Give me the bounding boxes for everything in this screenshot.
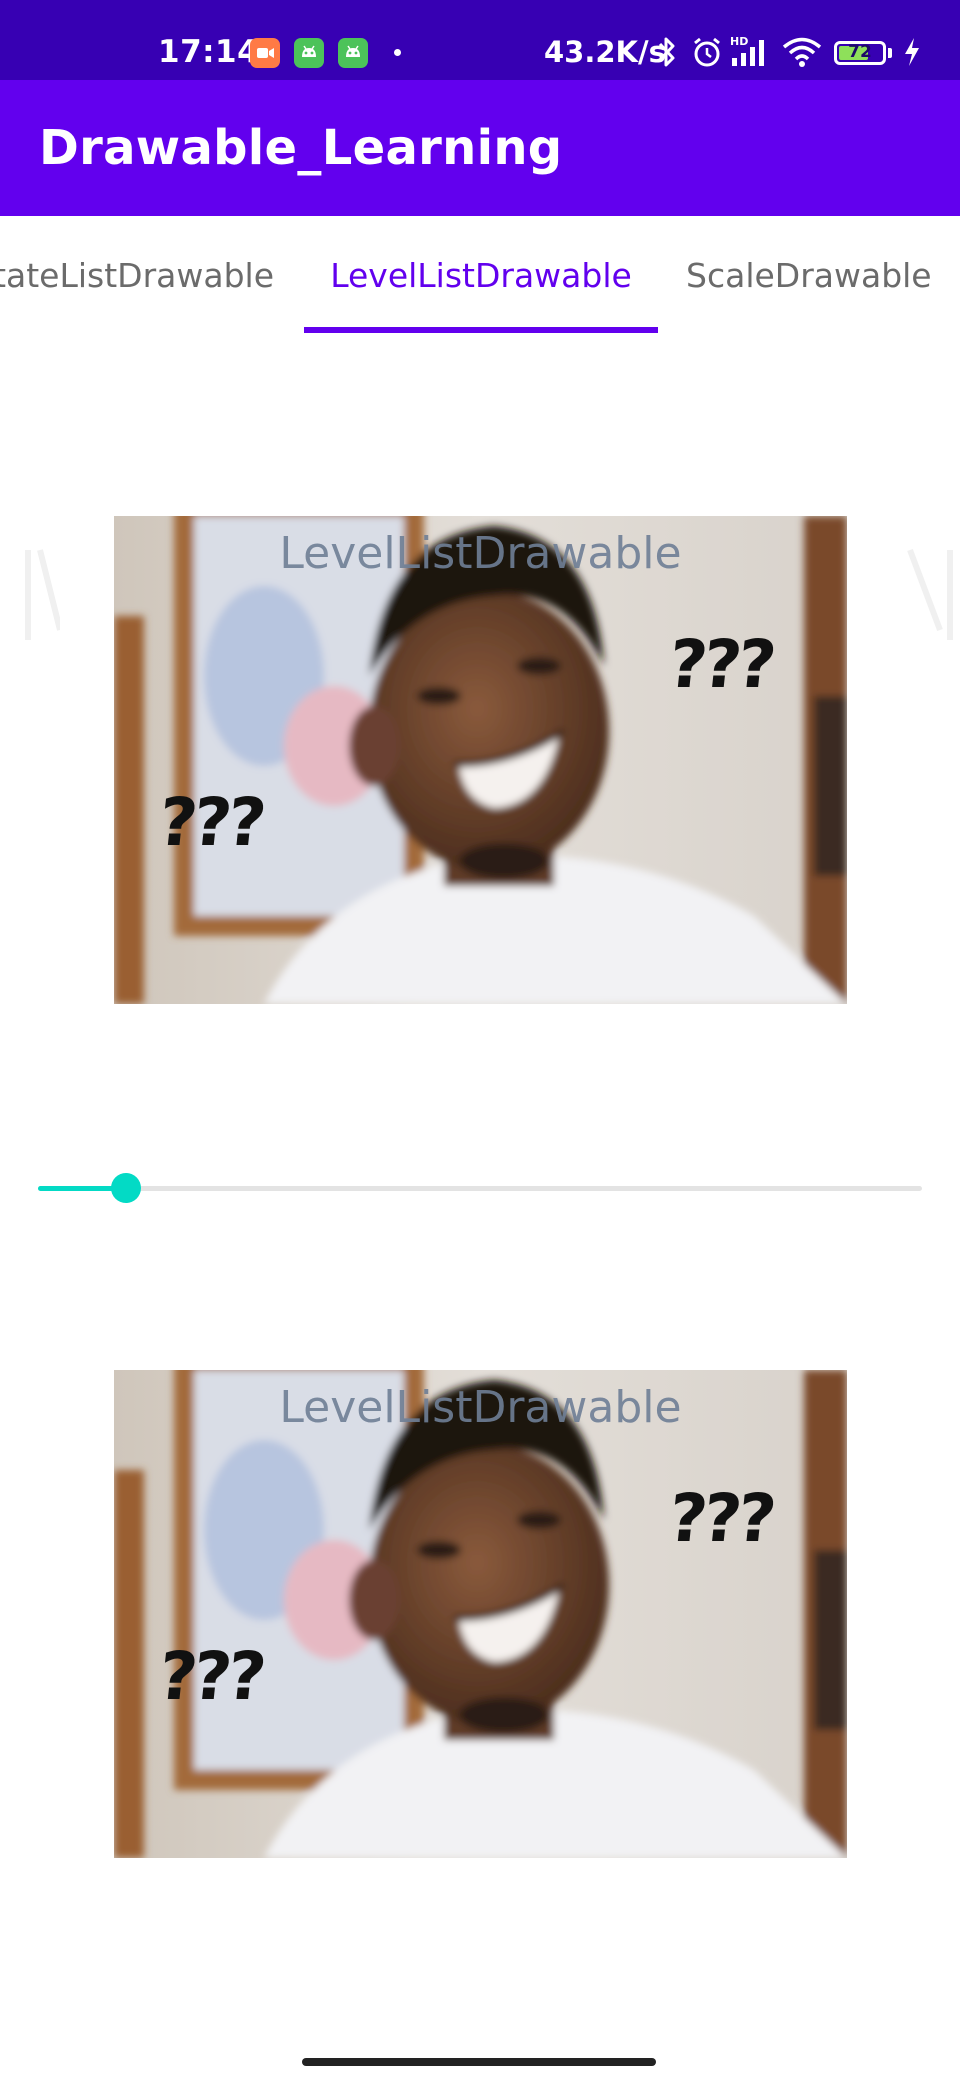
image-caption: LevelListDrawable: [279, 1382, 682, 1433]
dot-icon: [394, 49, 401, 56]
tab-levellistdrawable[interactable]: LevelListDrawable: [304, 216, 658, 334]
level-list-image-bottom: ??? ??? LevelListDrawable: [114, 1370, 847, 1858]
question-marks-left: ???: [154, 1638, 266, 1715]
app-bar: Drawable_Learning: [0, 80, 960, 216]
app-title: Drawable_Learning: [39, 120, 563, 176]
tab-scaledrawable[interactable]: ScaleDrawable: [670, 216, 960, 334]
ghost-page-edge-right: [907, 548, 953, 640]
battery-tip: [888, 48, 892, 58]
level-list-image-top: ??? ??? LevelListDrawable: [114, 516, 847, 1004]
question-marks-right: ???: [664, 626, 776, 703]
wifi-icon: [780, 34, 824, 74]
android-app-icon: [294, 38, 324, 68]
charging-icon: [902, 34, 922, 74]
tab-row: tateListDrawable LevelListDrawable Scale…: [0, 216, 960, 334]
ghost-page-edge-left: [25, 549, 60, 640]
tab-statelistdrawable[interactable]: tateListDrawable: [0, 216, 294, 334]
hd-signal-icon: HD: [730, 34, 772, 74]
bluetooth-icon: [656, 34, 678, 74]
status-time: 17:14: [158, 34, 260, 70]
image-caption: LevelListDrawable: [279, 528, 682, 579]
question-marks-right: ???: [664, 1480, 776, 1557]
meme-photo: [114, 516, 847, 1004]
svg-text:HD: HD: [730, 35, 748, 48]
question-marks-left: ???: [154, 784, 266, 861]
alarm-icon: [690, 34, 724, 74]
android-app-icon: [338, 38, 368, 68]
battery-level: 72: [848, 42, 872, 62]
battery-icon: 72: [834, 41, 886, 65]
slider-thumb[interactable]: [111, 1173, 142, 1203]
slider-track[interactable]: [38, 1186, 922, 1191]
network-speed: 43.2K/s: [544, 35, 666, 69]
video-app-icon: [250, 38, 280, 68]
gesture-nav-handle[interactable]: [302, 2058, 656, 2066]
meme-photo: [114, 1370, 847, 1858]
status-bar: 17:14 43.2K/s HD 72: [0, 0, 960, 80]
tab-indicator: [304, 327, 658, 333]
app-screen: 17:14 43.2K/s HD 72 Drawable_Learning ta…: [0, 0, 960, 2080]
level-slider[interactable]: [38, 1170, 922, 1206]
